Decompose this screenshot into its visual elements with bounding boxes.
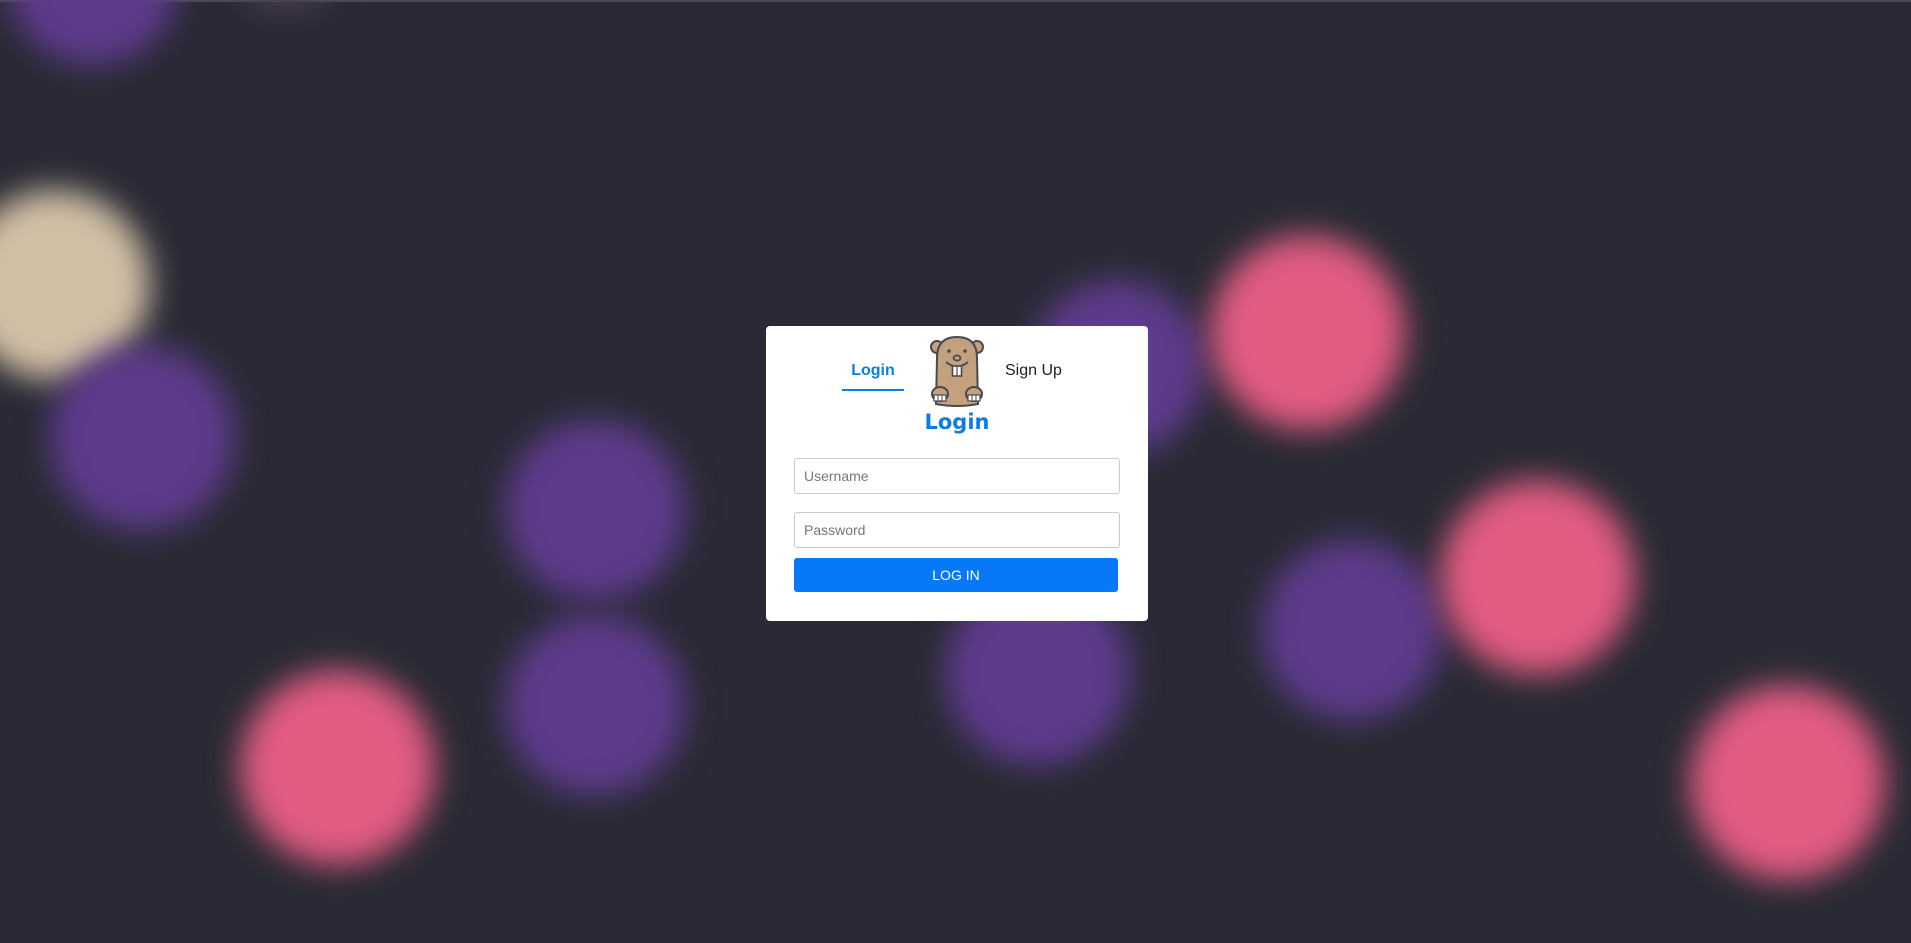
- bokeh-circle: [1690, 685, 1885, 880]
- bokeh-circle: [1440, 480, 1635, 675]
- tab-signup[interactable]: Sign Up: [1005, 362, 1062, 380]
- bokeh-circle: [8, 0, 178, 65]
- bokeh-circle: [505, 420, 685, 600]
- bokeh-circle: [240, 670, 435, 865]
- beaver-icon: [930, 335, 984, 407]
- login-card: Login Sign Up Login LOG IN: [766, 326, 1148, 621]
- bokeh-circle: [1210, 235, 1405, 430]
- username-input[interactable]: [794, 458, 1120, 494]
- password-input[interactable]: [794, 512, 1120, 548]
- bokeh-circle: [50, 345, 235, 530]
- form-title: Login: [924, 410, 990, 434]
- bokeh-circle: [505, 615, 685, 795]
- bokeh-circle: [240, 0, 330, 10]
- login-button[interactable]: LOG IN: [794, 558, 1118, 592]
- bokeh-circle: [1262, 540, 1442, 720]
- tab-login[interactable]: Login: [842, 362, 904, 391]
